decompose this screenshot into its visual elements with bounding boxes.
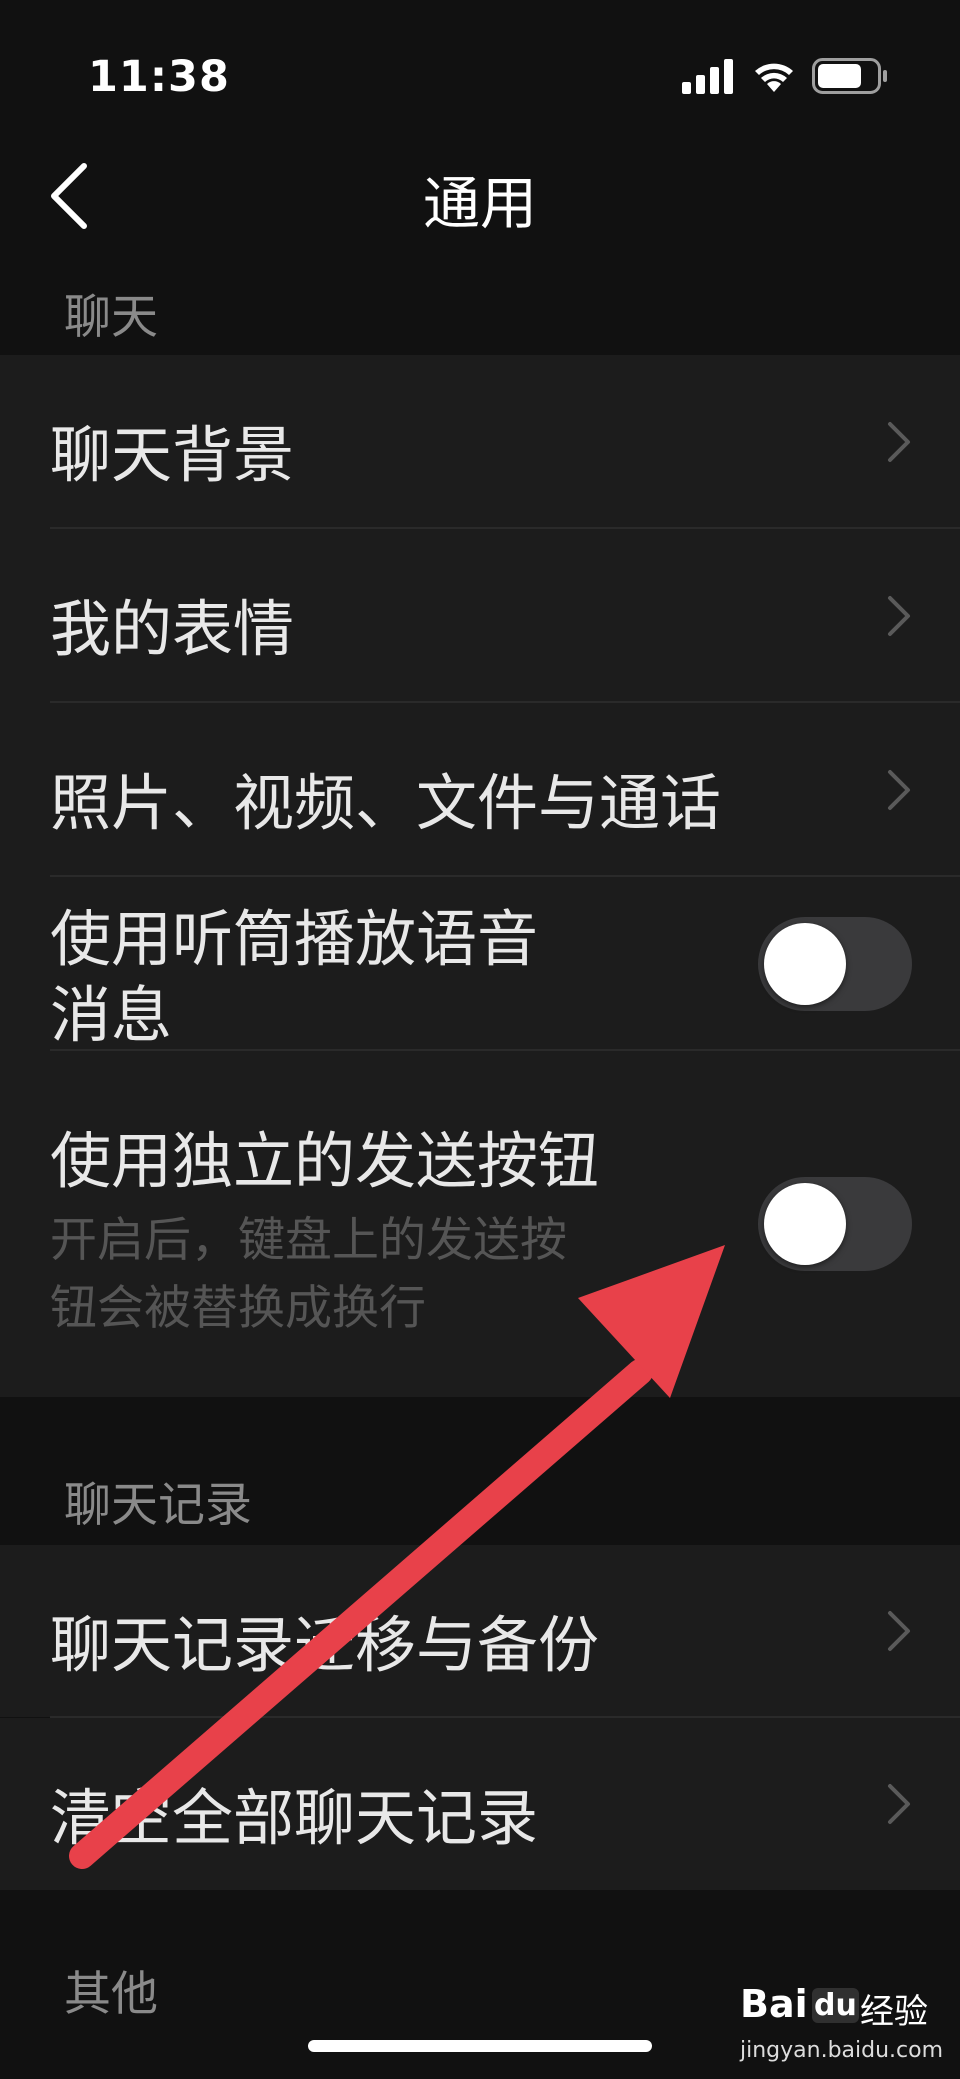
chevron-right-icon [888,1784,910,1824]
row-description-line2: 钮会被替换成换行 [50,1281,426,1336]
row-my-stickers[interactable]: 我的表情 [0,529,960,703]
baidu-jingyan-watermark: Bai du 经验 jingyan.baidu.com [700,1960,960,2079]
status-time: 11:38 [88,52,230,102]
row-migrate-backup[interactable]: 聊天记录迁移与备份 [0,1545,960,1717]
status-icons-graphic [682,58,887,94]
wifi-icon [755,63,793,92]
row-description: 开启后，键盘上的发送按 钮会被替换成换行 [50,1207,680,1343]
chevron-right-icon [888,770,910,810]
chevron-right-icon [888,1611,910,1651]
watermark-suffix: 经验 [860,1992,928,2032]
row-clear-all-history[interactable]: 清空全部聊天记录 [0,1718,960,1890]
chevron-right-icon [888,422,910,462]
page-title: 通用 [423,171,537,237]
row-chat-background[interactable]: 聊天背景 [0,355,960,529]
row-description-line1: 开启后，键盘上的发送按 [50,1213,567,1268]
row-label: 聊天背景 [50,420,295,491]
cellular-signal-icon [682,59,733,94]
row-label: 聊天记录迁移与备份 [50,1610,600,1681]
row-separate-send-button: 使用独立的发送按钮 开启后，键盘上的发送按 钮会被替换成换行 [0,1051,960,1397]
row-label: 照片、视频、文件与通话 [50,768,722,839]
row-label-line2: 消息 [50,980,173,1051]
toggle-knob [764,923,846,1005]
row-earpiece-playback: 使用听筒播放语音 消息 [0,877,960,1051]
row-photos-videos-files-calls[interactable]: 照片、视频、文件与通话 [0,703,960,877]
row-label: 清空全部聊天记录 [50,1783,539,1854]
chevron-right-icon [888,596,910,636]
earpiece-toggle[interactable] [758,917,912,1011]
watermark-paw: du [812,1988,859,2023]
section-header-chat: 聊天 [64,290,158,345]
section-header-chat-history: 聊天记录 [64,1478,252,1533]
watermark-brand: Bai [740,1982,808,2026]
battery-icon [812,58,887,94]
home-indicator[interactable] [308,2040,652,2052]
row-label: 使用独立的发送按钮 [50,1126,600,1197]
toggle-knob [764,1183,846,1265]
watermark-url: jingyan.baidu.com [740,2038,944,2063]
status-icons [682,56,912,96]
send-button-toggle[interactable] [758,1177,912,1271]
row-label: 我的表情 [50,594,295,665]
status-bar: 11:38 [0,0,960,150]
